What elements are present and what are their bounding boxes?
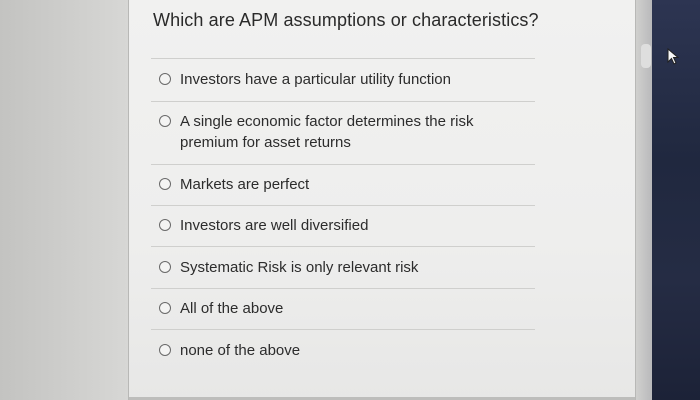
scrollbar-thumb[interactable] — [641, 44, 651, 68]
question-card: Which are APM assumptions or characteris… — [128, 0, 636, 400]
answer-option-label: A single economic factor determines the … — [180, 113, 474, 151]
answer-option-none-above[interactable]: none of the above — [159, 340, 529, 361]
answer-option-all-above[interactable]: All of the above — [159, 298, 529, 319]
answer-option-well-diversified[interactable]: Investors are well diversified — [159, 215, 529, 236]
radio-unchecked-icon[interactable] — [159, 178, 171, 190]
divider — [151, 205, 535, 206]
answer-option-markets-perfect[interactable]: Markets are perfect — [159, 174, 529, 195]
left-background — [0, 0, 128, 400]
divider — [151, 288, 535, 289]
answer-option-utility-function[interactable]: Investors have a particular utility func… — [159, 69, 529, 90]
divider — [151, 164, 535, 165]
answer-option-systematic-risk[interactable]: Systematic Risk is only relevant risk — [159, 257, 529, 278]
divider — [151, 246, 535, 247]
question-title: Which are APM assumptions or characteris… — [153, 10, 539, 30]
answer-option-label: All of the above — [180, 300, 284, 317]
radio-unchecked-icon[interactable] — [159, 302, 171, 314]
answer-option-label: Systematic Risk is only relevant risk — [180, 259, 419, 276]
mouse-pointer-icon — [667, 47, 680, 65]
answer-option-label: Investors have a particular utility func… — [180, 71, 451, 88]
answer-option-single-factor[interactable]: A single economic factor determines the … — [159, 111, 529, 153]
radio-unchecked-icon[interactable] — [159, 219, 171, 231]
divider — [151, 101, 535, 102]
radio-unchecked-icon[interactable] — [159, 261, 171, 273]
radio-unchecked-icon[interactable] — [159, 115, 171, 127]
radio-unchecked-icon[interactable] — [159, 73, 171, 85]
answer-option-label: Investors are well diversified — [180, 217, 369, 234]
answer-option-label: Markets are perfect — [180, 176, 310, 193]
radio-unchecked-icon[interactable] — [159, 344, 171, 356]
answer-option-label: none of the above — [180, 342, 301, 359]
divider — [151, 329, 535, 330]
divider — [151, 58, 535, 59]
